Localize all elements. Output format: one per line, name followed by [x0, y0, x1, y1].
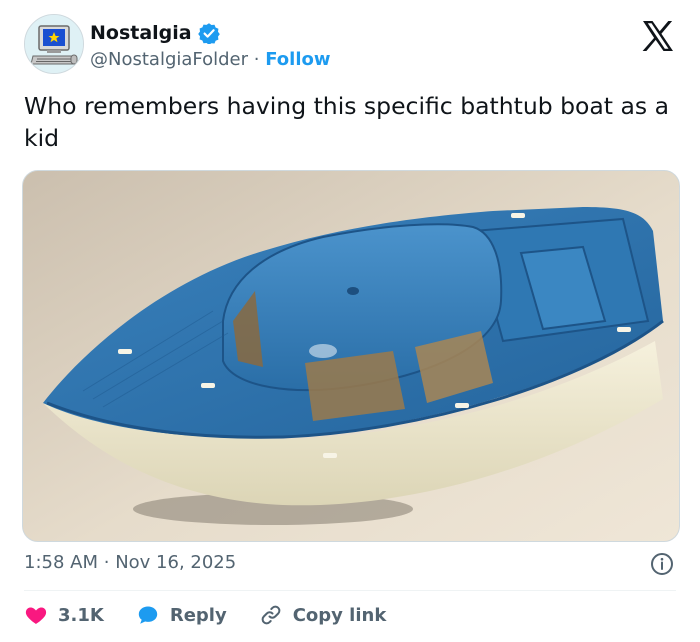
author-handle[interactable]: @NostalgiaFolder — [90, 49, 248, 70]
x-logo-icon[interactable] — [640, 18, 676, 54]
info-icon[interactable] — [650, 552, 674, 576]
author-name-row: Nostalgia — [90, 22, 220, 45]
copy-link-button[interactable]: Copy link — [259, 603, 387, 627]
follow-button[interactable]: Follow — [265, 49, 330, 70]
tweet-media-image[interactable] — [22, 170, 680, 542]
verified-badge-icon — [197, 22, 220, 45]
link-icon — [259, 603, 283, 627]
tweet-timestamp[interactable]: 1:58 AM · Nov 16, 2025 — [24, 552, 236, 573]
toy-boat-photo — [23, 171, 679, 541]
tweet-actions: 3.1K Reply Copy link — [24, 600, 418, 630]
like-count: 3.1K — [58, 604, 104, 626]
timestamp-separator: · — [103, 552, 110, 573]
tweet-date: Nov 16, 2025 — [115, 552, 237, 573]
reply-label: Reply — [169, 604, 227, 626]
author-name[interactable]: Nostalgia — [90, 22, 192, 44]
handle-separator: · — [253, 49, 260, 70]
author-handle-row: @NostalgiaFolder · Follow — [90, 49, 331, 70]
like-button[interactable]: 3.1K — [24, 603, 104, 627]
copy-link-label: Copy link — [292, 604, 387, 626]
reply-bubble-icon — [136, 603, 160, 627]
tweet-time: 1:58 AM — [24, 552, 98, 573]
reply-button[interactable]: Reply — [136, 603, 227, 627]
divider — [24, 590, 676, 591]
retro-computer-icon — [25, 15, 83, 73]
avatar[interactable] — [24, 14, 84, 74]
tweet-header: Nostalgia @NostalgiaFolder · Follow — [24, 14, 676, 78]
heart-icon — [24, 603, 48, 627]
tweet-text: Who remembers having this specific batht… — [24, 92, 670, 152]
